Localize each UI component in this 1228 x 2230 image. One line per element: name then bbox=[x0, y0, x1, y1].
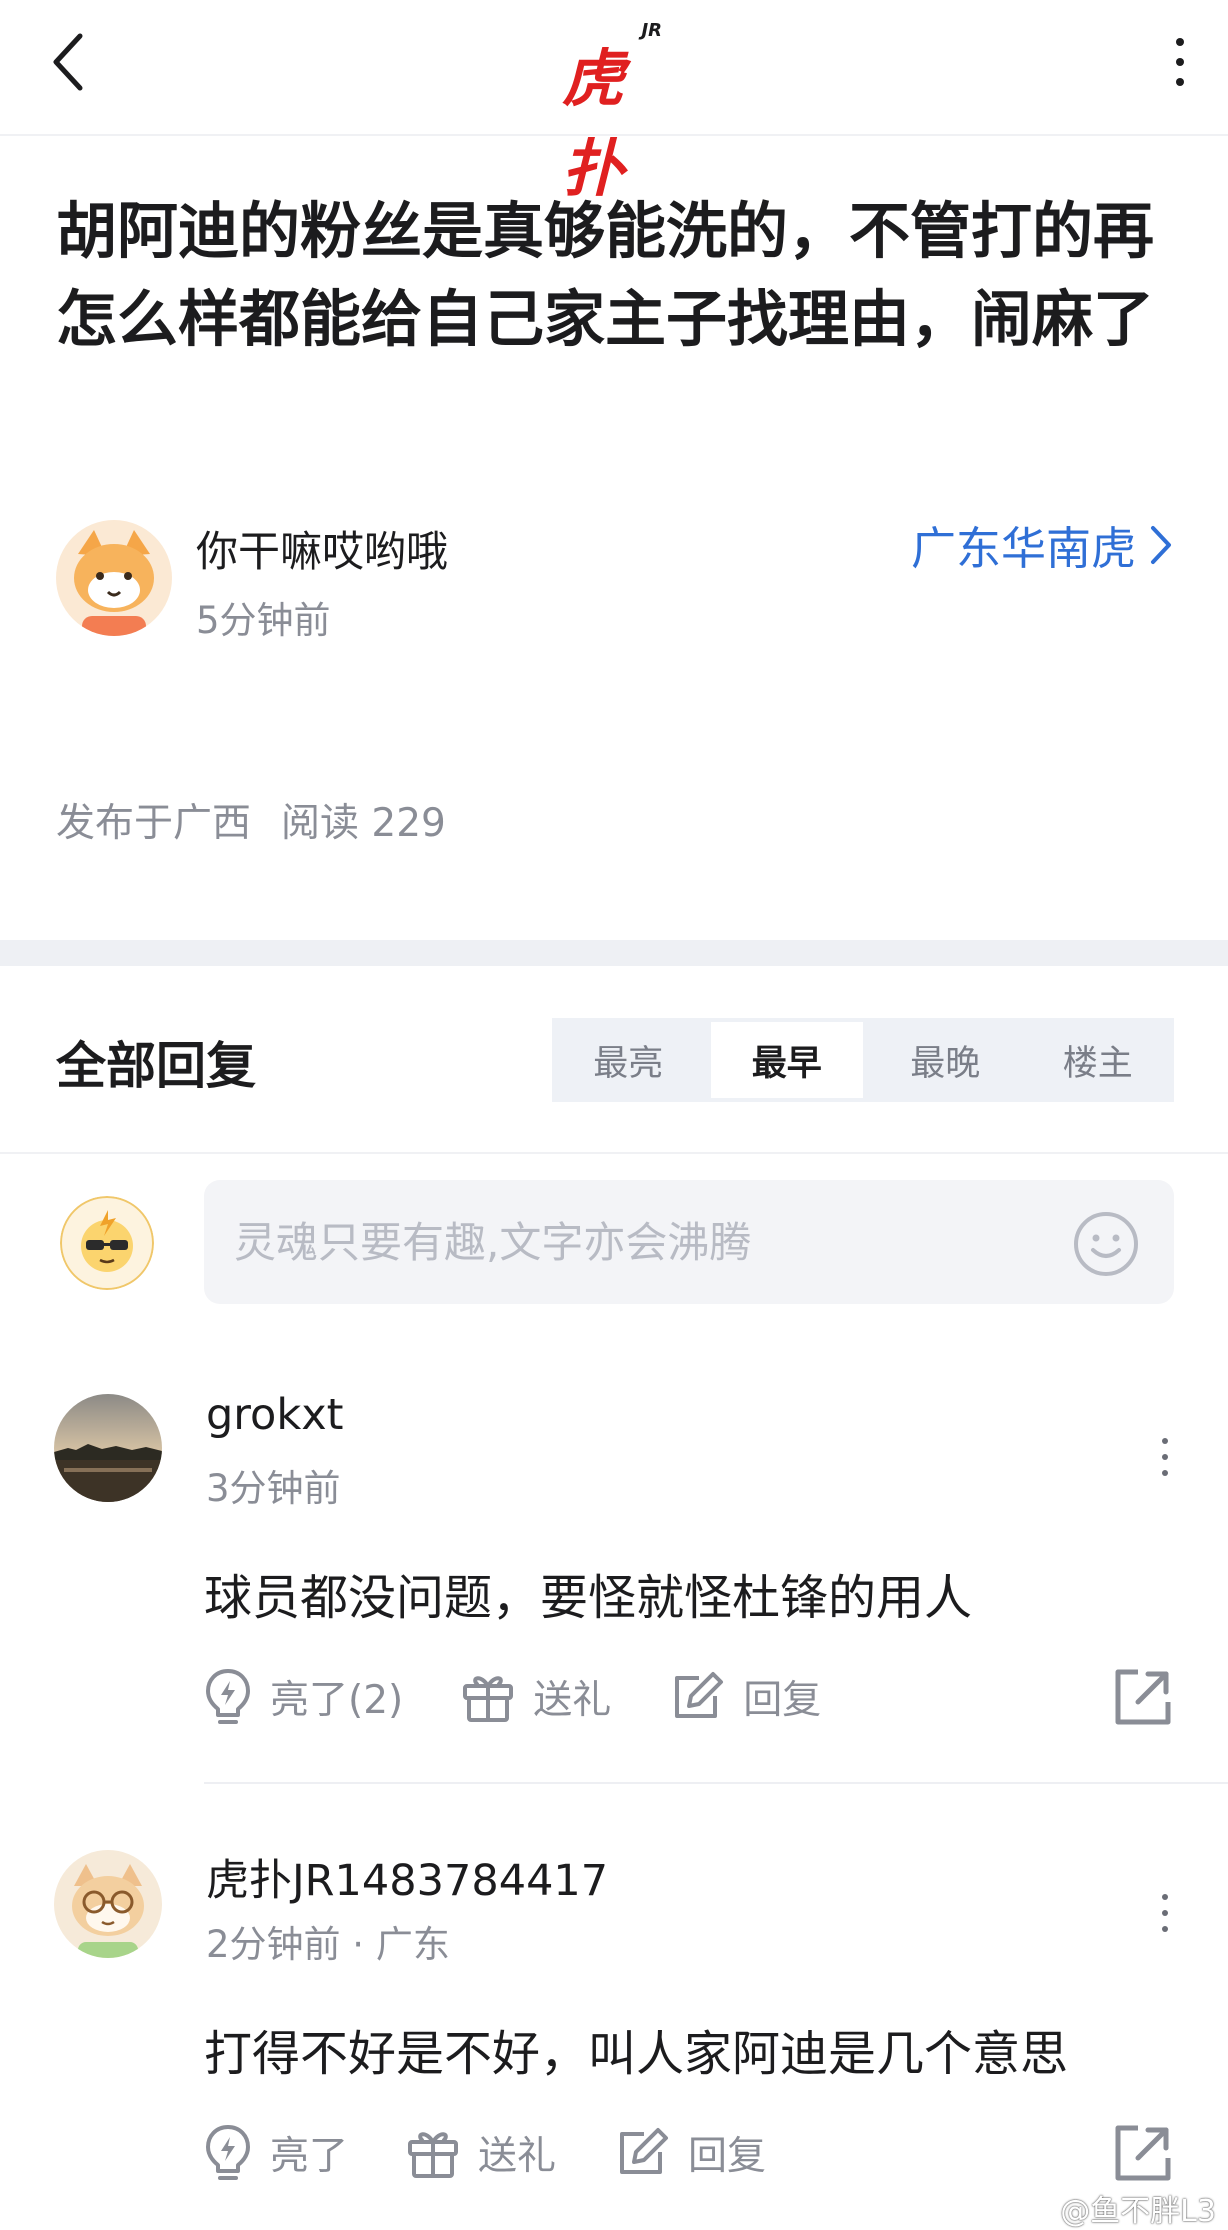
comment-more-button[interactable] bbox=[1150, 1878, 1180, 1948]
hupu-logo: 虎扑 JR bbox=[562, 20, 662, 205]
chevron-right-icon bbox=[1151, 525, 1171, 564]
comment-divider bbox=[204, 1782, 1228, 1784]
emoji-button[interactable] bbox=[1072, 1210, 1140, 1278]
post-time: 5分钟前 bbox=[196, 599, 331, 642]
tab-brightest[interactable]: 最亮 bbox=[552, 1022, 705, 1098]
sort-tabs: 最亮 最早 最晚 楼主 bbox=[552, 1018, 1174, 1102]
replies-title: 全部回复 bbox=[56, 1037, 256, 1095]
board-name: 广东华南虎 bbox=[910, 522, 1136, 575]
tab-latest[interactable]: 最晚 bbox=[869, 1022, 1022, 1098]
cat-avatar-icon bbox=[56, 520, 172, 636]
reply-label: 回复 bbox=[688, 2134, 767, 2179]
gift-label: 送礼 bbox=[478, 2134, 557, 2179]
more-vertical-icon bbox=[1162, 1438, 1168, 1444]
weibo-icon bbox=[1020, 2196, 1053, 2222]
watermark: @鱼不胖L3 bbox=[1020, 2186, 1216, 2230]
watermark-text: @鱼不胖L3 bbox=[1060, 2194, 1216, 2229]
commenter-avatar[interactable] bbox=[54, 1850, 162, 1958]
landscape-avatar-icon bbox=[54, 1394, 162, 1502]
gift-label: 送礼 bbox=[533, 1678, 612, 1723]
share-icon bbox=[1115, 1669, 1171, 1725]
comment-more-button[interactable] bbox=[1150, 1422, 1180, 1492]
edit-reply-icon bbox=[675, 1672, 724, 1718]
lightbulb-icon bbox=[206, 2125, 250, 2180]
top-bar: 虎扑 JR bbox=[0, 0, 1228, 205]
comment-actions: 亮了(2) 送礼 回复 bbox=[204, 1662, 1174, 1732]
post-title: 胡阿迪的粉丝是真够能洗的，不管打的再怎么样都能给自己家主子找理由，闹麻了 bbox=[56, 196, 1155, 355]
reply-button[interactable]: 回复 bbox=[614, 2125, 766, 2181]
commenter-avatar[interactable] bbox=[54, 1394, 162, 1502]
comment-time: 3分钟前 bbox=[206, 1467, 341, 1510]
comment-text: 球员都没问题，要怪就怪杜锋的用人 bbox=[204, 1570, 973, 1626]
section-divider bbox=[0, 940, 1228, 966]
lightbulb-icon bbox=[206, 1669, 250, 1724]
reply-button[interactable]: 回复 bbox=[669, 1669, 821, 1725]
gift-button[interactable]: 送礼 bbox=[406, 2125, 556, 2181]
emoji-icon bbox=[1074, 1212, 1138, 1276]
gift-icon bbox=[408, 2132, 459, 2178]
author-avatar[interactable] bbox=[56, 520, 172, 636]
my-avatar[interactable] bbox=[60, 1196, 154, 1290]
share-icon bbox=[1115, 2125, 1171, 2181]
reply-input[interactable] bbox=[204, 1180, 1174, 1304]
gift-icon bbox=[463, 1676, 514, 1722]
tab-earliest[interactable]: 最早 bbox=[710, 1022, 863, 1098]
comment-text: 打得不好是不好，叫人家阿迪是几个意思 bbox=[204, 2026, 1069, 2082]
post-meta: 发布于广西 阅读 229 bbox=[56, 792, 446, 848]
divider bbox=[0, 1152, 1228, 1154]
share-button[interactable] bbox=[1112, 2122, 1174, 2184]
back-button[interactable] bbox=[40, 26, 96, 98]
reply-label: 回复 bbox=[743, 1678, 822, 1723]
light-count: 亮了(2) bbox=[270, 1678, 404, 1723]
share-button[interactable] bbox=[1112, 1666, 1174, 1728]
more-vertical-icon bbox=[1162, 1894, 1168, 1900]
tab-op-only[interactable]: 楼主 bbox=[1022, 1022, 1175, 1098]
commenter-name[interactable]: 虎扑JR1483784417 bbox=[206, 1846, 608, 1908]
cat-glasses-avatar-icon bbox=[54, 1850, 162, 1958]
author-name[interactable]: 你干嘛哎哟哦 bbox=[196, 518, 448, 579]
comment-actions: 亮了 送礼 回复 bbox=[204, 2118, 1174, 2188]
post-read-count: 阅读 229 bbox=[281, 801, 446, 846]
cool-avatar-icon bbox=[60, 1196, 154, 1290]
back-arrow-icon bbox=[53, 33, 83, 91]
gift-button[interactable]: 送礼 bbox=[461, 1669, 611, 1725]
light-count: 亮了 bbox=[270, 2134, 349, 2179]
comment-time: 2分钟前 · 广东 bbox=[206, 1923, 450, 1966]
commenter-name[interactable]: grokxt bbox=[206, 1390, 344, 1440]
light-button[interactable]: 亮了(2) bbox=[204, 1667, 403, 1727]
board-link[interactable]: 广东华南虎 bbox=[911, 512, 1172, 577]
more-vertical-icon bbox=[1176, 38, 1184, 46]
post-location: 发布于广西 bbox=[56, 801, 252, 846]
edit-reply-icon bbox=[620, 2128, 669, 2174]
more-options-button[interactable] bbox=[1160, 26, 1200, 98]
light-button[interactable]: 亮了 bbox=[204, 2123, 348, 2183]
